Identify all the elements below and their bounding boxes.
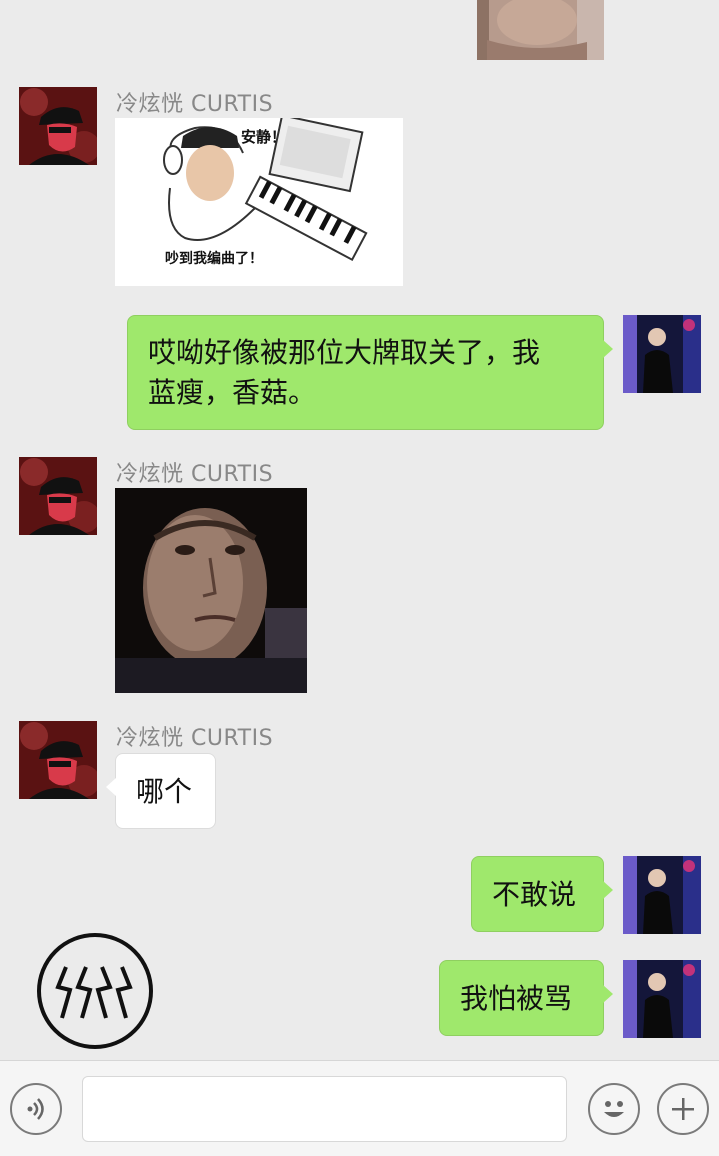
my-avatar[interactable]: [623, 960, 701, 1038]
voice-icon: [27, 1098, 44, 1120]
avatar-image: [19, 87, 97, 165]
emoji-button[interactable]: [588, 1083, 640, 1135]
message-text: 不敢说: [492, 878, 577, 911]
curtis-avatar[interactable]: [19, 721, 97, 799]
avatar-image: [19, 721, 97, 799]
input-bar: [0, 1060, 719, 1156]
message-text-line: 蓝瘦，香菇。: [148, 376, 317, 409]
crying-man-photo: [115, 488, 307, 693]
sticker-text-bottom: 吵到我编曲了！: [165, 251, 263, 267]
sticker-message[interactable]: 安静！ 吵到我编曲了！: [115, 114, 403, 286]
avatar-image: [623, 960, 701, 1038]
voice-button[interactable]: [10, 1083, 62, 1135]
sender-name: 冷炫恍 CURTIS: [116, 92, 274, 117]
avatar-image: [19, 457, 97, 535]
avatar-image: [623, 315, 701, 393]
message-text: 我怕被骂: [460, 982, 573, 1015]
sticker-text-top: 安静！: [241, 128, 287, 146]
my-avatar[interactable]: [623, 856, 701, 934]
outgoing-photo-top[interactable]: [477, 0, 604, 60]
curtis-avatar[interactable]: [19, 87, 97, 165]
incoming-text-bubble[interactable]: 哪个: [106, 753, 216, 829]
plus-icon: [672, 1098, 694, 1120]
emoji-icon: [604, 1101, 624, 1117]
message-input[interactable]: [82, 1076, 567, 1142]
outgoing-text-bubble[interactable]: 不敢说: [471, 856, 613, 932]
avatar-image: [623, 856, 701, 934]
outgoing-text-bubble[interactable]: 哎呦好像被那位大牌取关了，我 蓝瘦，香菇。: [127, 315, 613, 430]
watermark-logo: [36, 932, 154, 1050]
message-text: 哪个: [136, 775, 193, 808]
sender-name: 冷炫恍 CURTIS: [116, 462, 274, 487]
sender-name: 冷炫恍 CURTIS: [116, 726, 274, 751]
outgoing-text-bubble[interactable]: 我怕被骂: [439, 960, 613, 1036]
curtis-avatar[interactable]: [19, 457, 97, 535]
photo-image: [477, 0, 604, 60]
incoming-photo[interactable]: [115, 488, 307, 693]
message-text-line: 哎呦好像被那位大牌取关了，我: [148, 336, 541, 369]
plus-button[interactable]: [657, 1083, 709, 1135]
my-avatar[interactable]: [623, 315, 701, 393]
